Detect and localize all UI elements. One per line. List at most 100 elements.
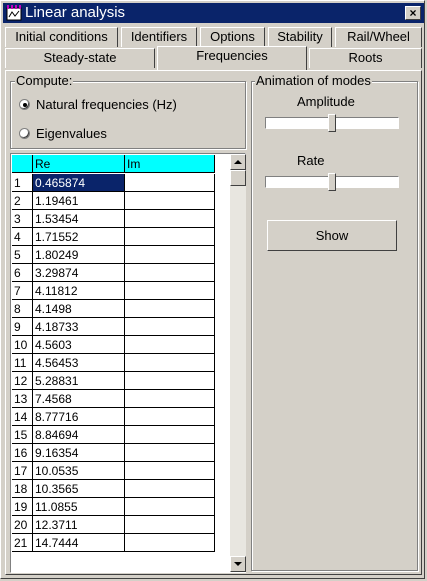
animation-label: Animation of modes	[255, 73, 372, 88]
grid-cell-re[interactable]: 9.16354	[33, 444, 125, 462]
row-header[interactable]: 12	[12, 372, 33, 390]
arrow-up-icon	[234, 160, 242, 164]
grid-cell-im[interactable]	[125, 534, 215, 552]
grid-cell-re[interactable]: 10.3565	[33, 480, 125, 498]
grid-cell-im[interactable]	[125, 264, 215, 282]
grid-cell-im[interactable]	[125, 192, 215, 210]
grid-cell-re[interactable]: 4.1498	[33, 300, 125, 318]
grid-cell-im[interactable]	[125, 282, 215, 300]
radio-unchecked-icon	[19, 128, 30, 139]
show-button[interactable]: Show	[267, 220, 397, 251]
row-header[interactable]: 6	[12, 264, 33, 282]
row-header[interactable]: 21	[12, 534, 33, 552]
rate-slider-thumb[interactable]	[328, 173, 336, 191]
radio-checked-icon	[19, 99, 30, 110]
grid-cell-im[interactable]	[125, 336, 215, 354]
grid-cell-re[interactable]: 8.84694	[33, 426, 125, 444]
grid-cell-re[interactable]: 4.56453	[33, 354, 125, 372]
grid-cell-im[interactable]	[125, 498, 215, 516]
row-header[interactable]: 7	[12, 282, 33, 300]
grid-cell-re[interactable]: 11.0855	[33, 498, 125, 516]
tab-stability[interactable]: Stability	[268, 27, 332, 47]
linear-analysis-window: Linear analysis × Initial conditions Ide…	[0, 0, 425, 579]
row-header[interactable]: 8	[12, 300, 33, 318]
grid-cell-re[interactable]: 10.0535	[33, 462, 125, 480]
row-header[interactable]: 4	[12, 228, 33, 246]
grid-corner-header	[12, 155, 33, 173]
title-bar[interactable]: Linear analysis ×	[3, 3, 424, 23]
grid-cell-re[interactable]: 4.5603	[33, 336, 125, 354]
grid-cell-im[interactable]	[125, 390, 215, 408]
grid-cell-im[interactable]	[125, 516, 215, 534]
grid-cell-re[interactable]: 12.3711	[33, 516, 125, 534]
grid-cell-re[interactable]: 1.80249	[33, 246, 125, 264]
compute-label: Compute:	[15, 73, 74, 88]
tab-rail-wheel[interactable]: Rail/Wheel	[335, 27, 422, 47]
rate-label: Rate	[297, 153, 325, 168]
radio-eigenvalues[interactable]: Eigenvalues	[19, 126, 107, 141]
grid-cell-im[interactable]	[125, 372, 215, 390]
grid-cell-im[interactable]	[125, 354, 215, 372]
grid-cell-re[interactable]: 4.11812	[33, 282, 125, 300]
tab-options[interactable]: Options	[200, 27, 265, 47]
radio-eigenvalues-label: Eigenvalues	[36, 126, 107, 141]
grid-cell-im[interactable]	[125, 480, 215, 498]
amplitude-label: Amplitude	[297, 94, 355, 109]
close-button[interactable]: ×	[405, 6, 421, 20]
arrow-down-icon	[234, 562, 242, 566]
row-header[interactable]: 19	[12, 498, 33, 516]
tab-roots[interactable]: Roots	[309, 48, 422, 68]
grid-cell-im[interactable]	[125, 228, 215, 246]
grid-cell-im[interactable]	[125, 408, 215, 426]
app-icon	[6, 5, 22, 21]
animation-group	[251, 81, 418, 571]
grid-cell-im[interactable]	[125, 426, 215, 444]
grid-cell-re[interactable]: 1.71552	[33, 228, 125, 246]
tab-steady-state[interactable]: Steady-state	[5, 48, 155, 68]
grid-cell-im[interactable]	[125, 210, 215, 228]
tab-frequencies[interactable]: Frequencies	[157, 46, 307, 70]
grid-cell-re[interactable]: 14.7444	[33, 534, 125, 552]
grid-cell-re[interactable]: 3.29874	[33, 264, 125, 282]
radio-natural-frequencies-label: Natural frequencies (Hz)	[36, 97, 177, 112]
row-header[interactable]: 10	[12, 336, 33, 354]
grid-cell-im[interactable]	[125, 462, 215, 480]
grid-cell-re[interactable]: 5.28831	[33, 372, 125, 390]
grid-cell-im[interactable]	[125, 444, 215, 462]
window-title: Linear analysis	[25, 4, 126, 21]
grid-cell-re[interactable]: 0.465874	[33, 174, 125, 192]
row-header[interactable]: 11	[12, 354, 33, 372]
row-header[interactable]: 18	[12, 480, 33, 498]
row-header[interactable]: 5	[12, 246, 33, 264]
grid-cell-re[interactable]: 4.18733	[33, 318, 125, 336]
grid-cell-re[interactable]: 1.19461	[33, 192, 125, 210]
grid-cell-re[interactable]: 1.53454	[33, 210, 125, 228]
row-header[interactable]: 16	[12, 444, 33, 462]
row-header[interactable]: 2	[12, 192, 33, 210]
scroll-up-button[interactable]	[230, 154, 246, 170]
row-header[interactable]: 3	[12, 210, 33, 228]
grid-cell-re[interactable]: 8.77716	[33, 408, 125, 426]
grid-vertical-scrollbar[interactable]	[230, 154, 246, 572]
row-header[interactable]: 13	[12, 390, 33, 408]
grid-cell-im[interactable]	[125, 174, 215, 192]
column-header-re[interactable]: Re	[33, 155, 125, 173]
row-header[interactable]: 14	[12, 408, 33, 426]
grid-cell-im[interactable]	[125, 318, 215, 336]
frequencies-grid[interactable]: Re Im 1 0.465874 2 1.19461 3 1.53454 4 1.71552 5 1.…	[10, 153, 246, 573]
row-header[interactable]: 17	[12, 462, 33, 480]
row-header[interactable]: 15	[12, 426, 33, 444]
scroll-thumb[interactable]	[230, 170, 246, 186]
row-header[interactable]: 1	[12, 174, 33, 192]
radio-natural-frequencies[interactable]: Natural frequencies (Hz)	[19, 97, 177, 112]
grid-cell-im[interactable]	[125, 246, 215, 264]
grid-cell-re[interactable]: 7.4568	[33, 390, 125, 408]
row-header[interactable]: 20	[12, 516, 33, 534]
scroll-down-button[interactable]	[230, 556, 246, 572]
amplitude-slider-thumb[interactable]	[328, 114, 336, 132]
tab-initial-conditions[interactable]: Initial conditions	[5, 27, 118, 47]
tab-identifiers[interactable]: Identifiers	[121, 27, 197, 47]
column-header-im[interactable]: Im	[125, 155, 215, 173]
row-header[interactable]: 9	[12, 318, 33, 336]
grid-cell-im[interactable]	[125, 300, 215, 318]
